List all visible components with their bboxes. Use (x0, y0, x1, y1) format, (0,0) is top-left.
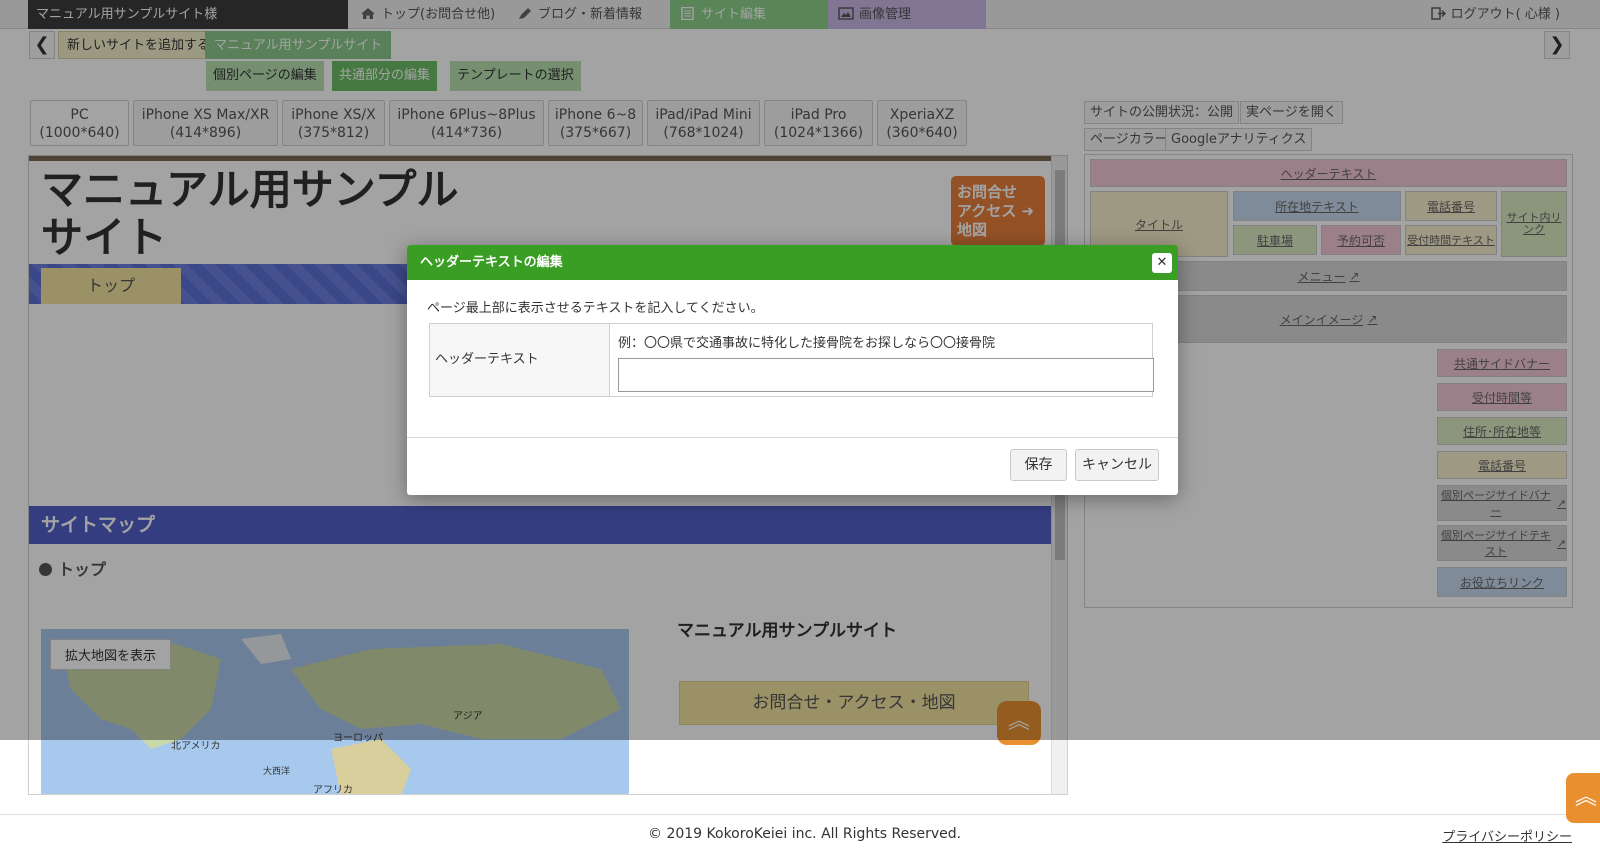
header-text-field-label: ヘッダーテキスト (430, 324, 610, 396)
privacy-policy-link[interactable]: プライバシーポリシー (1442, 826, 1572, 845)
footer-divider (0, 814, 1600, 815)
dialog-form-table: ヘッダーテキスト 例：〇〇県で交通事故に特化した接骨院をお探しなら〇〇接骨院 (429, 323, 1154, 397)
dialog-divider (407, 437, 1178, 438)
header-text-edit-dialog: ヘッダーテキストの編集 ✕ ページ最上部に表示させるテキストを記入してください。… (407, 245, 1178, 495)
page-top-button[interactable]: ︽ (1566, 773, 1600, 823)
save-button[interactable]: 保存 (1010, 449, 1067, 481)
dialog-title: ヘッダーテキストの編集 (420, 255, 563, 270)
map-label-atlantic: 大西洋 (263, 767, 291, 777)
map-label-africa: アフリカ (313, 785, 353, 795)
chevron-up-icon: ︽ (1574, 785, 1597, 810)
dialog-description: ページ最上部に表示させるテキストを記入してください。 (427, 301, 764, 316)
dialog-header: ヘッダーテキストの編集 ✕ (407, 245, 1178, 280)
close-icon[interactable]: ✕ (1152, 253, 1172, 273)
copyright-text: © 2019 KokoroKeiei inc. All Rights Reser… (648, 826, 962, 842)
header-text-input[interactable] (618, 358, 1154, 392)
header-text-example: 例：〇〇県で交通事故に特化した接骨院をお探しなら〇〇接骨院 (618, 336, 996, 351)
cancel-button[interactable]: キャンセル (1075, 449, 1159, 481)
